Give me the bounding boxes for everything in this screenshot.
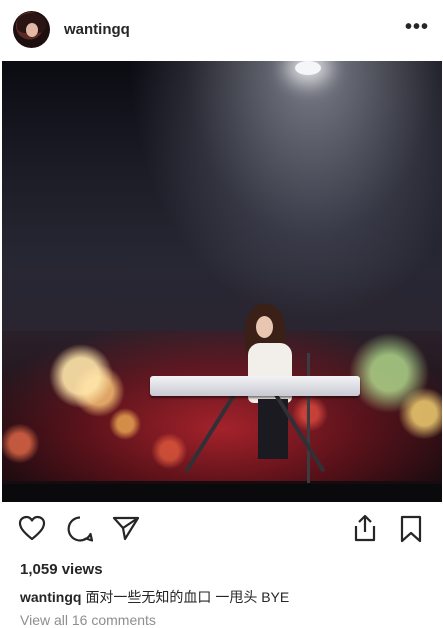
post-header: wantingq ••• bbox=[0, 0, 443, 60]
performer-face bbox=[256, 316, 273, 338]
views-count[interactable]: 1,059 views bbox=[20, 561, 103, 578]
avatar-face bbox=[26, 23, 38, 37]
bookmark-icon[interactable] bbox=[399, 515, 423, 543]
stage-floor bbox=[2, 484, 442, 502]
keyboard-instrument bbox=[150, 376, 360, 396]
post-video[interactable] bbox=[2, 61, 442, 502]
heart-outline-icon[interactable] bbox=[18, 515, 46, 541]
avatar[interactable] bbox=[13, 11, 50, 48]
share-upload-icon[interactable] bbox=[352, 514, 378, 542]
more-options-icon[interactable]: ••• bbox=[405, 17, 429, 37]
post-caption: wantingq 面对一些无知的血口 一甩头 BYE bbox=[20, 587, 289, 607]
action-bar bbox=[0, 503, 443, 555]
stage-lights-background bbox=[2, 331, 442, 481]
caption-text: 面对一些无知的血口 一甩头 BYE bbox=[85, 589, 290, 605]
view-all-comments-link[interactable]: View all 16 comments bbox=[20, 612, 156, 628]
caption-username[interactable]: wantingq bbox=[20, 589, 81, 605]
comment-bubble-icon[interactable] bbox=[66, 515, 94, 543]
spotlight bbox=[295, 61, 321, 75]
paper-plane-icon[interactable] bbox=[112, 515, 140, 541]
username-link[interactable]: wantingq bbox=[64, 21, 130, 38]
microphone-stand bbox=[307, 353, 310, 483]
